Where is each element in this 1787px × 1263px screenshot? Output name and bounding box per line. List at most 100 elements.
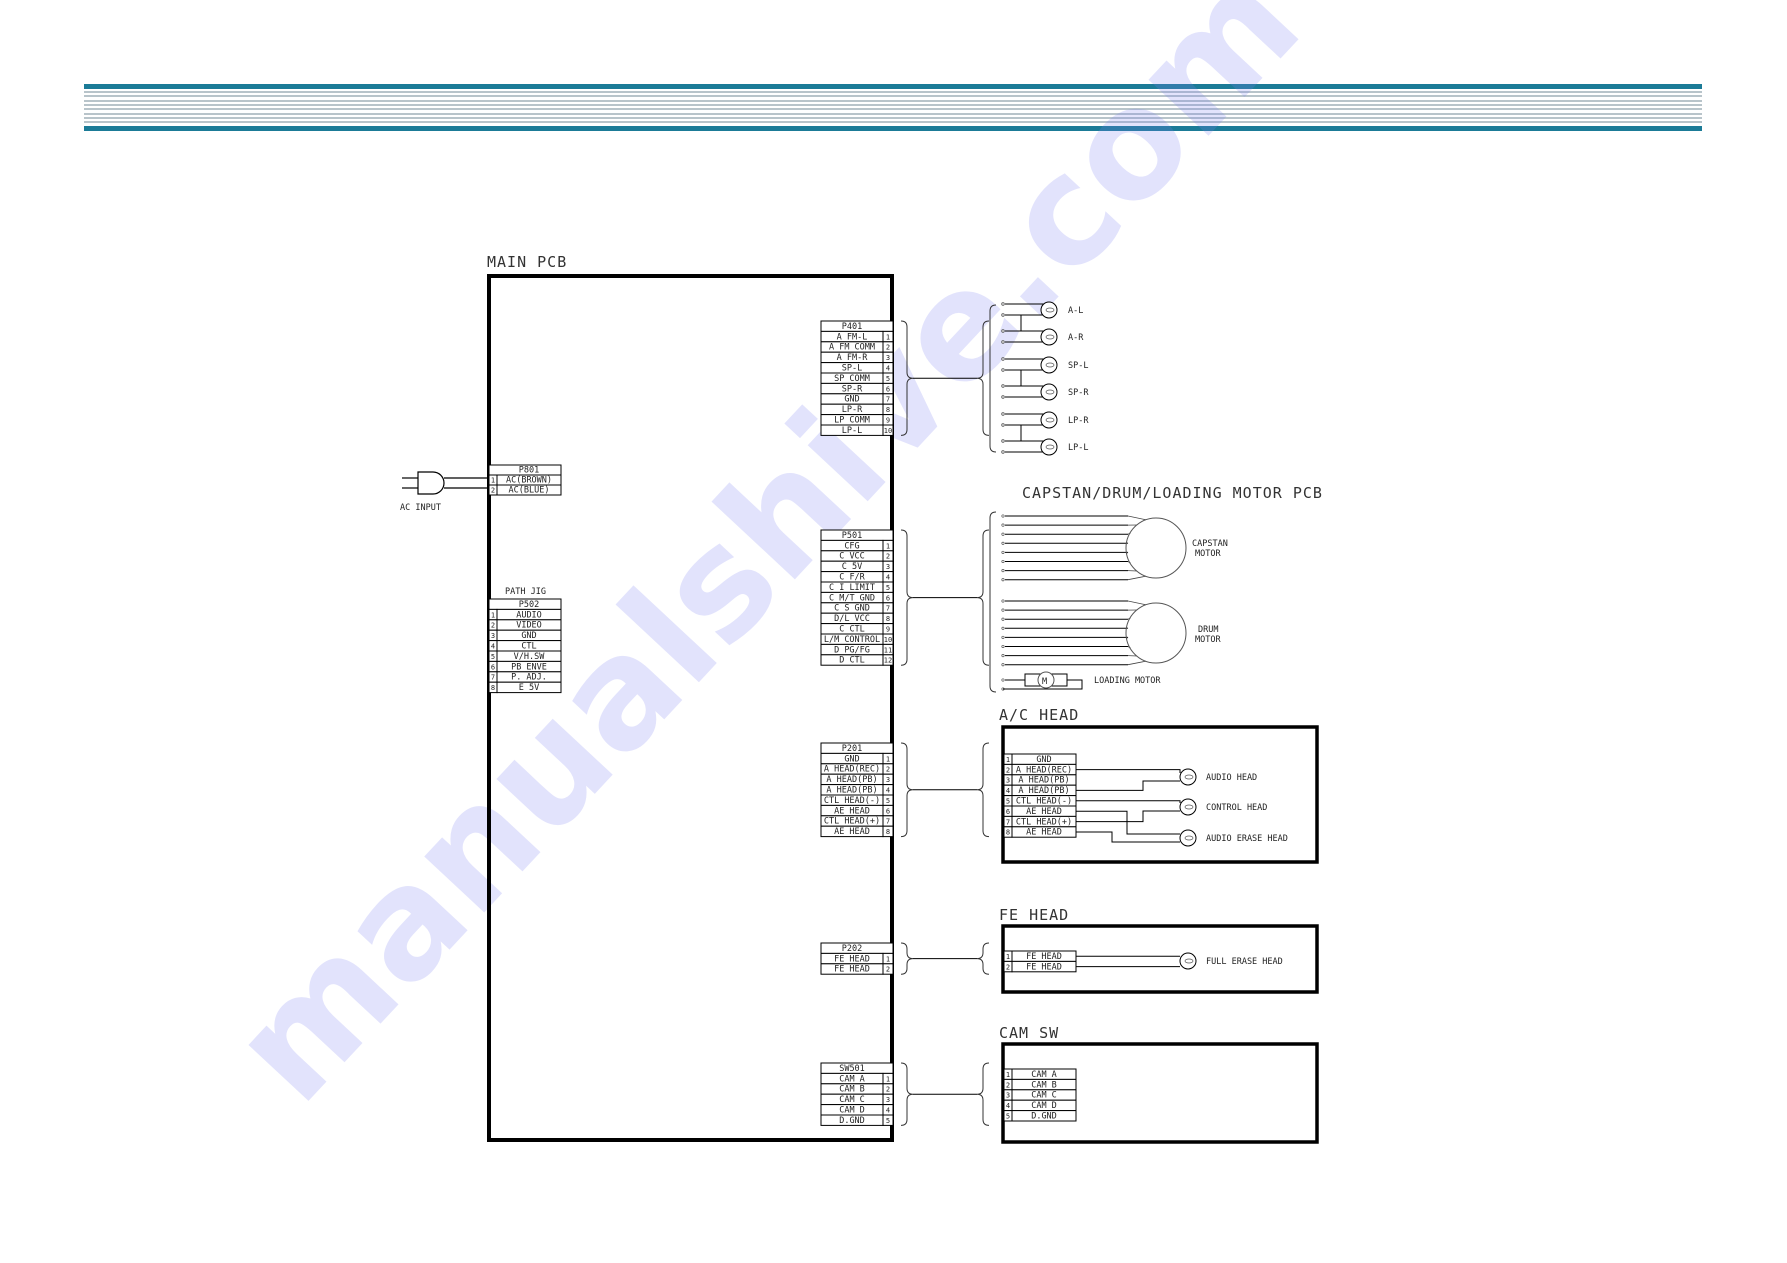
- pin-label: C I LIMIT: [829, 583, 875, 593]
- pin-label: FE HEAD: [834, 965, 870, 975]
- watermark: manualshive.com: [199, 0, 1333, 1135]
- pin-label: C CTL: [839, 625, 865, 635]
- pin-number: 2: [1006, 963, 1010, 971]
- cam-sw-title: CAM SW: [999, 1024, 1059, 1042]
- pin-label: A HEAD(PB): [826, 786, 877, 796]
- connector-p502: P502AUDIO 1 VIDEO 2 GND 3 CTL 4 V/H.SW 5 PB ENVE 6 P…: [488, 598, 562, 694]
- terminal-dot: [1001, 423, 1005, 427]
- pin-number: 3: [886, 776, 890, 784]
- pin-label: C S GND: [834, 604, 870, 614]
- pin-number: 3: [491, 632, 495, 640]
- pin-number: 3: [1006, 777, 1010, 785]
- ac-head-wires: AUDIO HEAD CONTROL HEAD AUDIO ERASE HEAD: [1076, 768, 1288, 847]
- terminal-dot: [1001, 357, 1005, 361]
- loading-motor-symbol: M: [1042, 677, 1047, 687]
- head-icon: [1179, 829, 1197, 847]
- ac-head-title: A/C HEAD: [999, 706, 1079, 724]
- head-icon: [1179, 768, 1197, 786]
- capstan-lead: [1126, 542, 1129, 544]
- speaker-label: A-L: [1068, 306, 1083, 316]
- capstan-motor-label: CAPSTAN: [1192, 539, 1228, 549]
- speaker-icon: [1040, 301, 1058, 319]
- full-erase-head-icon: [1179, 952, 1197, 970]
- pin-label: PB ENVE: [511, 662, 547, 672]
- pin-label: CTL HEAD(-): [824, 796, 880, 806]
- head-label: AUDIO HEAD: [1206, 773, 1257, 783]
- bracket: [976, 529, 990, 666]
- drum-motor-icon: [1125, 602, 1187, 664]
- pin-number: 1: [491, 477, 495, 485]
- pin-number: 6: [491, 663, 495, 671]
- head-wire: [1076, 769, 1181, 773]
- ac-head-harness: [900, 742, 990, 838]
- pin-number: 2: [1006, 766, 1010, 774]
- pin-label: VIDEO: [516, 621, 542, 631]
- ac-plug-icon: [402, 471, 489, 495]
- drum-lead: [1127, 660, 1147, 666]
- pin-number: 2: [886, 1086, 890, 1094]
- pin-label: CAM C: [839, 1095, 865, 1105]
- pin-number: 2: [886, 344, 890, 352]
- pin-label: C VCC: [839, 552, 865, 562]
- connector-p201: P201GND 1 A HEAD(REC) 2 A HEAD(PB) 3 A HEAD(PB…: [820, 742, 894, 838]
- motor-bracket: [989, 511, 997, 693]
- pin-label: A HEAD(PB): [826, 775, 877, 785]
- pin-number: 1: [1006, 953, 1010, 961]
- terminal-dot: [1001, 578, 1005, 582]
- pin-number: 1: [1006, 1071, 1010, 1079]
- speaker-label: SP-L: [1068, 361, 1088, 371]
- pin-label: E 5V: [519, 683, 539, 693]
- pin-label: FE HEAD: [1026, 962, 1062, 972]
- drum-lead: [1126, 627, 1129, 629]
- pin-label: CAM D: [839, 1106, 865, 1116]
- loading-motor-label: LOADING MOTOR: [1094, 676, 1161, 686]
- pin-label: AE HEAD: [834, 827, 870, 837]
- terminal-dot: [1001, 439, 1005, 443]
- fe-head-harness: [900, 942, 990, 975]
- pin-label: CAM B: [839, 1085, 865, 1095]
- pin-number: 2: [1006, 1081, 1010, 1089]
- motor-harness: [900, 511, 997, 693]
- motor-pcb-title: CAPSTAN/DRUM/LOADING MOTOR PCB: [1022, 484, 1323, 502]
- pin-number: 4: [1006, 1102, 1010, 1110]
- pin-label: SP-R: [842, 384, 863, 394]
- speaker-label: A-R: [1068, 333, 1084, 343]
- bracket: [976, 742, 990, 838]
- pin-label: C 5V: [842, 562, 862, 572]
- pin-number: 5: [886, 584, 890, 592]
- pin-number: 7: [886, 818, 890, 826]
- pin-number: 10: [884, 427, 892, 435]
- pin-number: 3: [1006, 1092, 1010, 1100]
- fe-head-title: FE HEAD: [999, 906, 1069, 924]
- terminal-dot: [1001, 329, 1005, 333]
- terminal-dot: [1001, 541, 1005, 545]
- pin-label: V/H.SW: [514, 652, 546, 662]
- pin-label: D.GND: [1031, 1112, 1057, 1122]
- pin-label: A FM-L: [837, 332, 868, 342]
- pin-label: CFG: [844, 541, 859, 551]
- pin-number: 8: [886, 828, 890, 836]
- capstan-lead: [1127, 515, 1147, 521]
- pin-label: AE HEAD: [1026, 828, 1062, 838]
- pin-number: 8: [1006, 829, 1010, 837]
- pin-number: 7: [1006, 818, 1010, 826]
- bracket: [976, 942, 990, 975]
- terminal-dot: [1001, 678, 1005, 682]
- pin-number: 2: [886, 966, 890, 974]
- pin-label: GND: [1036, 755, 1051, 765]
- speaker-label: LP-L: [1068, 443, 1088, 453]
- pin-number: 2: [491, 622, 495, 630]
- pin-number: 7: [886, 605, 890, 613]
- pin-label: CAM A: [1031, 1070, 1057, 1080]
- pin-label: CAM C: [1031, 1091, 1057, 1101]
- fe-head-connector: 1 FE HEAD 2 FE HEAD FULL ERASE HEAD: [1003, 950, 1283, 973]
- connector-name: SW501: [839, 1064, 865, 1074]
- pin-number: 4: [886, 1107, 890, 1115]
- pin-label: CTL HEAD(+): [824, 817, 880, 827]
- pin-number: 2: [886, 553, 890, 561]
- head-wire: [1076, 810, 1180, 835]
- pin-label: C F/R: [839, 573, 865, 583]
- connector-sw501: SW501CAM A 1 CAM B 2 CAM C 3 CAM D 4 D.GND 5: [820, 1062, 894, 1126]
- drum-motor-label-2: MOTOR: [1195, 635, 1221, 645]
- connector-p801: P801AC(BROWN) 1 AC(BLUE) 2: [488, 464, 562, 496]
